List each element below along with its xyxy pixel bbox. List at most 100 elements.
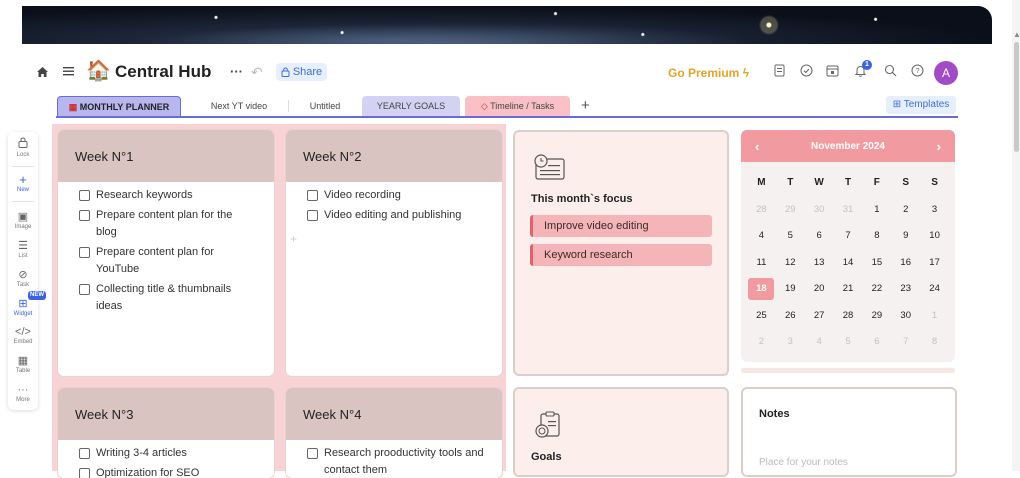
page-title[interactable]: Central Hub — [115, 62, 211, 82]
calendar-day[interactable]: 1 — [862, 197, 891, 224]
toolbar-more[interactable]: ··· More — [8, 384, 38, 403]
calendar-day[interactable]: 3 — [776, 329, 805, 356]
toolbar-task[interactable]: ⊘ Task — [8, 269, 38, 288]
task-label[interactable]: Research prooductivity tools and contact… — [324, 445, 494, 478]
notes-input[interactable]: Place for your notes — [759, 457, 848, 468]
calendar-day-today[interactable]: 18 — [747, 276, 776, 303]
more-options-icon[interactable]: ··· — [230, 64, 243, 80]
calendar-day[interactable]: 12 — [776, 250, 805, 277]
calendar-day[interactable]: 30 — [891, 303, 920, 330]
task-checkbox[interactable] — [307, 210, 318, 221]
calendar-icon[interactable] — [824, 64, 840, 80]
task-label[interactable]: Video editing and publishing — [324, 207, 494, 224]
calendar-day[interactable]: 31 — [834, 197, 863, 224]
templates-button[interactable]: ⊞ Templates — [886, 96, 956, 114]
calendar-day[interactable]: 6 — [862, 329, 891, 356]
toolbar-new[interactable]: + New — [8, 173, 38, 193]
task-label[interactable]: Prepare content plan for YouTube — [96, 244, 246, 278]
search-icon[interactable] — [882, 64, 898, 80]
task-item: Video recording — [286, 187, 502, 204]
tab-yearly-goals[interactable]: YEARLY GOALS — [362, 96, 460, 116]
task-checkbox[interactable] — [79, 284, 90, 295]
calendar-day[interactable]: 29 — [862, 303, 891, 330]
share-button[interactable]: Share — [276, 63, 327, 81]
task-checkbox[interactable] — [79, 190, 90, 201]
calendar-day[interactable]: 21 — [834, 276, 863, 303]
toolbar-list[interactable]: ☰ List — [8, 240, 38, 259]
calendar-day[interactable]: 11 — [747, 250, 776, 277]
toolbar-table[interactable]: ▦ Table — [8, 355, 38, 374]
calendar-day[interactable]: 15 — [862, 250, 891, 277]
toolbar-embed[interactable]: </> Embed — [8, 326, 38, 345]
task-label[interactable]: Writing 3-4 articles — [96, 445, 246, 462]
calendar-day[interactable]: 29 — [776, 197, 805, 224]
toolbar-lock[interactable]: Lock — [8, 137, 38, 158]
toolbar-divider — [12, 201, 34, 202]
calendar-day[interactable]: 5 — [834, 329, 863, 356]
task-checkbox[interactable] — [307, 448, 318, 459]
calendar-day[interactable]: 4 — [747, 223, 776, 250]
calendar-day[interactable]: 7 — [891, 329, 920, 356]
toolbar-widget[interactable]: ⊞ Widget — [8, 298, 38, 317]
calendar-day[interactable]: 4 — [805, 329, 834, 356]
task-label[interactable]: Prepare content plan for the blog — [96, 207, 246, 241]
tab-untitled[interactable]: Untitled — [289, 96, 361, 116]
calendar-day[interactable]: 19 — [776, 276, 805, 303]
task-label[interactable]: Collecting title & thumbnails ideas — [96, 281, 246, 315]
document-icon[interactable] — [771, 64, 787, 80]
next-month-icon[interactable]: › — [937, 139, 941, 154]
calendar-day[interactable]: 10 — [920, 223, 949, 250]
calendar-day[interactable]: 16 — [891, 250, 920, 277]
calendar-day[interactable]: 6 — [805, 223, 834, 250]
calendar-day[interactable]: 8 — [862, 223, 891, 250]
undo-icon[interactable]: ↶ — [251, 64, 263, 80]
calendar-day[interactable]: 3 — [920, 197, 949, 224]
calendar-day[interactable]: 7 — [834, 223, 863, 250]
calendar-day[interactable]: 14 — [834, 250, 863, 277]
calendar-day[interactable]: 20 — [805, 276, 834, 303]
calendar-day[interactable]: 25 — [747, 303, 776, 330]
task-checkbox[interactable] — [79, 448, 90, 459]
calendar-day[interactable]: 26 — [776, 303, 805, 330]
calendar-day[interactable]: 30 — [805, 197, 834, 224]
focus-item[interactable]: Improve video editing — [530, 215, 712, 237]
task-checkbox[interactable] — [79, 247, 90, 258]
calendar-day[interactable]: 27 — [805, 303, 834, 330]
calendar-day[interactable]: 24 — [920, 276, 949, 303]
calendar-day[interactable]: 13 — [805, 250, 834, 277]
task-label[interactable]: Research keywords — [96, 187, 246, 204]
calendar-day[interactable]: 9 — [891, 223, 920, 250]
calendar-day[interactable]: 8 — [920, 329, 949, 356]
toolbar-image[interactable]: ▣ Image — [8, 211, 38, 230]
calendar-day[interactable]: 17 — [920, 250, 949, 277]
task-label[interactable]: Video recording — [324, 187, 494, 204]
tab-next-yt-video[interactable]: Next YT video — [190, 96, 288, 116]
check-circle-icon[interactable] — [798, 64, 814, 80]
task-checkbox[interactable] — [307, 190, 318, 201]
home-icon[interactable] — [36, 65, 49, 81]
help-icon[interactable]: ? — [909, 64, 925, 80]
task-checkbox[interactable] — [79, 210, 90, 221]
task-checkbox[interactable] — [79, 468, 90, 478]
task-label[interactable]: Optimization for SEO — [96, 465, 246, 478]
monitor-illustration-icon — [532, 153, 566, 188]
calendar-day[interactable]: 23 — [891, 276, 920, 303]
scrollbar-thumb[interactable] — [1014, 42, 1019, 152]
calendar-day[interactable]: 22 — [862, 276, 891, 303]
go-premium-button[interactable]: Go Premium ϟ — [668, 66, 749, 80]
calendar-day[interactable]: 28 — [834, 303, 863, 330]
focus-item[interactable]: Keyword research — [530, 244, 712, 266]
scroll-up-icon[interactable]: ▲ — [1013, 30, 1020, 39]
calendar-day[interactable]: 5 — [776, 223, 805, 250]
add-block-hint-icon[interactable]: + — [290, 232, 297, 246]
tab-timeline-tasks[interactable]: ◇ Timeline / Tasks — [465, 96, 570, 116]
tab-monthly-planner[interactable]: ▦ MONTHLY PLANNER — [57, 96, 181, 116]
calendar-day[interactable]: 1 — [920, 303, 949, 330]
add-tab-button[interactable]: + — [581, 97, 590, 114]
calendar-day[interactable]: 2 — [891, 197, 920, 224]
menu-icon[interactable] — [62, 64, 75, 80]
calendar-day[interactable]: 28 — [747, 197, 776, 224]
avatar[interactable]: A — [934, 61, 958, 85]
prev-month-icon[interactable]: ‹ — [755, 139, 759, 154]
calendar-day[interactable]: 2 — [747, 329, 776, 356]
